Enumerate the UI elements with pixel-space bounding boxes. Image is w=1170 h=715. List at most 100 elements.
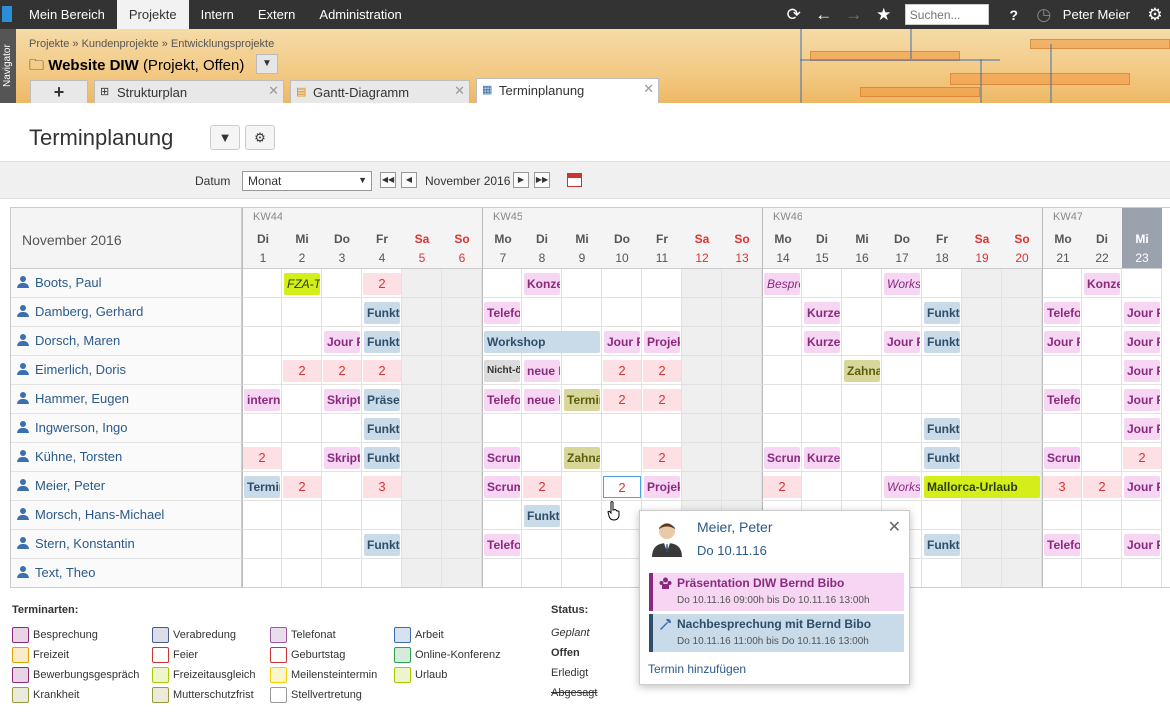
- schedule-cell[interactable]: [402, 269, 442, 298]
- schedule-cell[interactable]: [842, 414, 882, 443]
- appointment-event[interactable]: Präsen: [364, 389, 400, 411]
- schedule-cell[interactable]: [882, 443, 922, 472]
- schedule-cell[interactable]: [242, 530, 282, 559]
- appointment-event[interactable]: Jour Fi: [1124, 476, 1160, 498]
- schedule-cell[interactable]: [1002, 443, 1042, 472]
- schedule-cell[interactable]: [242, 298, 282, 327]
- person-row-name[interactable]: Hammer, Eugen: [11, 385, 242, 414]
- schedule-cell[interactable]: [282, 559, 322, 587]
- schedule-cell[interactable]: [322, 414, 362, 443]
- day-header[interactable]: Sa 19: [962, 208, 1002, 269]
- appointment-count[interactable]: 2: [603, 360, 641, 382]
- schedule-cell[interactable]: [1002, 530, 1042, 559]
- schedule-cell[interactable]: [722, 327, 762, 356]
- schedule-cell[interactable]: [1042, 356, 1082, 385]
- appointment-event[interactable]: Jour Fi: [1124, 302, 1160, 324]
- schedule-cell[interactable]: [282, 298, 322, 327]
- appointment-event[interactable]: Besprec: [764, 273, 800, 295]
- schedule-cell[interactable]: [882, 414, 922, 443]
- schedule-cell[interactable]: [442, 559, 482, 587]
- schedule-cell[interactable]: [842, 298, 882, 327]
- person-row-name[interactable]: Meier, Peter: [11, 472, 242, 501]
- appointment-event[interactable]: Scrum: [764, 447, 800, 469]
- schedule-cell[interactable]: [802, 385, 842, 414]
- app-logo[interactable]: [2, 6, 12, 22]
- schedule-cell[interactable]: [322, 269, 362, 298]
- appointment-event[interactable]: Funktio: [364, 331, 400, 353]
- schedule-cell[interactable]: [562, 356, 602, 385]
- schedule-cell[interactable]: [1002, 269, 1042, 298]
- schedule-cell[interactable]: [682, 269, 722, 298]
- appointment-event[interactable]: Projekt: [644, 331, 680, 353]
- view-dropdown-button[interactable]: ▼: [210, 125, 240, 150]
- appointment-event[interactable]: Jour Fi: [324, 331, 360, 353]
- appointment-event[interactable]: Jour Fi: [884, 331, 920, 353]
- appointment-event[interactable]: Worksh: [884, 476, 920, 498]
- day-header[interactable]: Do 3: [322, 208, 362, 269]
- appointment-count[interactable]: 2: [1083, 476, 1121, 498]
- schedule-cell[interactable]: [682, 385, 722, 414]
- schedule-cell[interactable]: [282, 530, 322, 559]
- appointment-event[interactable]: Mallorca-Urlaub: [924, 476, 1040, 498]
- schedule-cell[interactable]: [802, 356, 842, 385]
- appointment-event[interactable]: Konzep: [1084, 273, 1120, 295]
- appointment-event[interactable]: Funktio: [364, 534, 400, 556]
- first-page-icon[interactable]: ◀◀: [380, 172, 396, 188]
- breadcrumb[interactable]: Projekte » Kundenprojekte » Entwicklungs…: [29, 38, 274, 50]
- appointment-count[interactable]: 2: [643, 447, 681, 469]
- schedule-cell[interactable]: [1042, 269, 1082, 298]
- calendar-picker-icon[interactable]: [567, 173, 582, 187]
- schedule-cell[interactable]: [722, 385, 762, 414]
- schedule-cell[interactable]: [442, 530, 482, 559]
- schedule-cell[interactable]: [242, 559, 282, 587]
- schedule-cell[interactable]: [1002, 356, 1042, 385]
- schedule-cell[interactable]: [962, 559, 1002, 587]
- appointment-event[interactable]: Jour Fi: [1124, 331, 1160, 353]
- schedule-cell[interactable]: [242, 356, 282, 385]
- schedule-cell[interactable]: [362, 559, 402, 587]
- day-header[interactable]: Do 10: [602, 208, 642, 269]
- day-header[interactable]: KW45 Mo 7: [482, 208, 523, 269]
- schedule-cell[interactable]: [402, 501, 442, 530]
- schedule-cell[interactable]: [602, 298, 642, 327]
- schedule-cell[interactable]: [402, 472, 442, 501]
- schedule-cell[interactable]: [322, 298, 362, 327]
- appointment-event[interactable]: Funktio: [924, 331, 960, 353]
- schedule-cell[interactable]: [842, 269, 882, 298]
- schedule-cell[interactable]: [722, 298, 762, 327]
- nav-administration[interactable]: Administration: [307, 0, 413, 29]
- schedule-cell[interactable]: [682, 443, 722, 472]
- schedule-cell[interactable]: [642, 414, 682, 443]
- appointment-count[interactable]: 2: [523, 476, 561, 498]
- appointment-count[interactable]: 2: [283, 476, 321, 498]
- appointment-event[interactable]: Telefon: [484, 389, 520, 411]
- schedule-cell[interactable]: [642, 298, 682, 327]
- schedule-cell[interactable]: [322, 472, 362, 501]
- schedule-cell[interactable]: [962, 501, 1002, 530]
- appointment-event[interactable]: Jour Fi: [604, 331, 640, 353]
- schedule-cell[interactable]: [1082, 414, 1122, 443]
- schedule-cell[interactable]: [722, 472, 762, 501]
- day-header[interactable]: Mi 16: [842, 208, 882, 269]
- refresh-icon[interactable]: ⟳: [779, 5, 809, 25]
- schedule-cell[interactable]: [682, 472, 722, 501]
- schedule-cell[interactable]: [522, 443, 562, 472]
- help-icon[interactable]: ?: [999, 7, 1029, 23]
- add-appointment-link[interactable]: Termin hinzufügen: [648, 662, 746, 676]
- appointment-event[interactable]: Jour Fi: [1124, 418, 1160, 440]
- schedule-cell[interactable]: [922, 385, 962, 414]
- schedule-cell[interactable]: [922, 356, 962, 385]
- schedule-cell[interactable]: [442, 298, 482, 327]
- schedule-cell[interactable]: [922, 269, 962, 298]
- schedule-cell[interactable]: [562, 530, 602, 559]
- schedule-cell[interactable]: [562, 269, 602, 298]
- schedule-cell[interactable]: [1082, 501, 1122, 530]
- appointment-count[interactable]: 2: [363, 273, 401, 295]
- appointment-count[interactable]: 2: [323, 360, 361, 382]
- schedule-cell[interactable]: [1122, 501, 1162, 530]
- appointment-count[interactable]: 2: [643, 360, 681, 382]
- schedule-cell[interactable]: [402, 414, 442, 443]
- close-icon[interactable]: ✕: [888, 517, 901, 537]
- schedule-cell[interactable]: [962, 385, 1002, 414]
- schedule-cell[interactable]: [1002, 414, 1042, 443]
